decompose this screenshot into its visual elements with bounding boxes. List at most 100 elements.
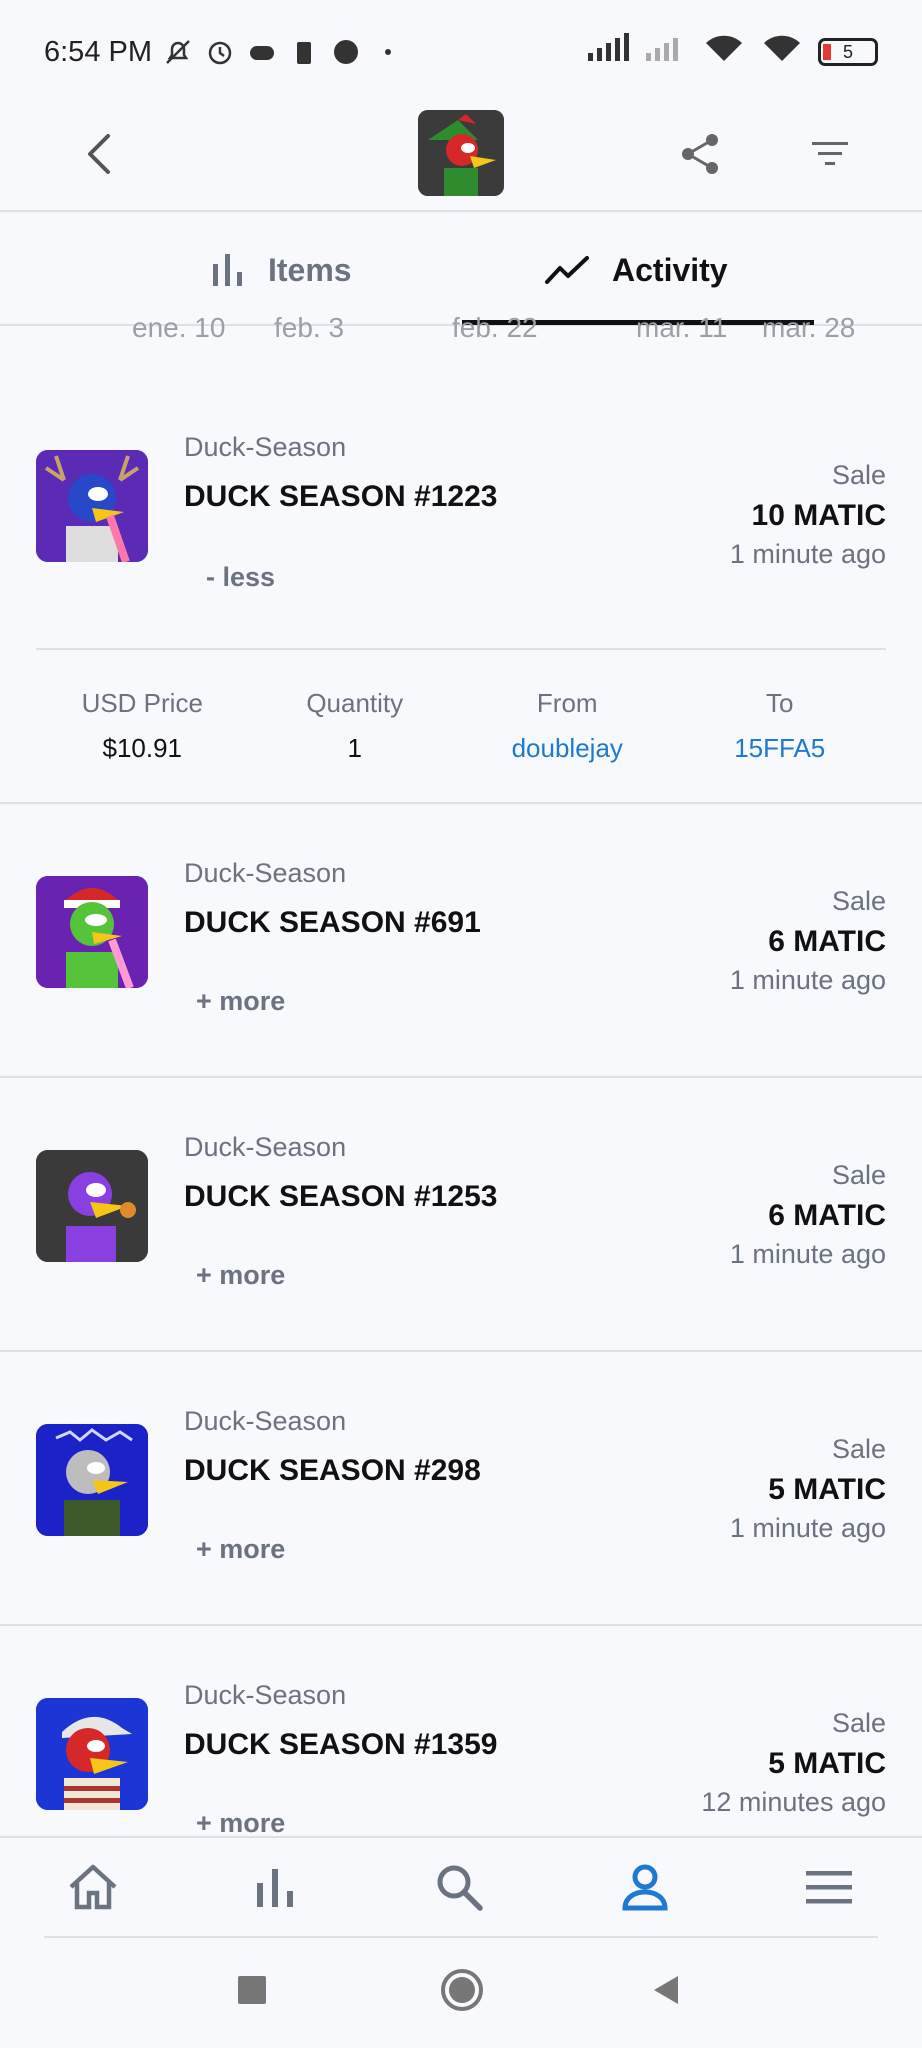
nft-thumbnail[interactable] bbox=[36, 450, 148, 562]
timestamp: 12 minutes ago bbox=[701, 1787, 886, 1817]
wifi-icon bbox=[760, 33, 804, 71]
event-type: Sale bbox=[831, 460, 886, 490]
recents-button[interactable] bbox=[236, 1974, 268, 2011]
axis-tick-label: mar. 28 bbox=[762, 312, 856, 343]
sale-info: Sale 6 MATIC 1 minute ago bbox=[730, 1160, 886, 1270]
share-button[interactable] bbox=[670, 124, 730, 184]
quantity-col: Quantity 1 bbox=[249, 650, 462, 804]
usd-price-label: USD Price bbox=[81, 688, 203, 718]
tab-activity[interactable]: Activity bbox=[544, 214, 728, 326]
nav-menu[interactable] bbox=[794, 1852, 864, 1922]
tab-items[interactable]: Items bbox=[210, 214, 352, 326]
activity-row[interactable]: Duck-Season DUCK SEASON #1359 + more Sal… bbox=[0, 1626, 922, 1836]
wifi-link-icon bbox=[702, 33, 746, 71]
sale-price: 6 MATIC bbox=[768, 925, 886, 958]
collection-name: Duck-Season bbox=[184, 432, 347, 462]
status-time: 6:54 PM bbox=[44, 35, 152, 68]
sale-price: 5 MATIC bbox=[768, 1473, 886, 1506]
event-type: Sale bbox=[831, 1160, 886, 1190]
event-type: Sale bbox=[831, 886, 886, 916]
more-toggle[interactable]: + more bbox=[196, 1534, 285, 1565]
search-icon bbox=[437, 1865, 483, 1911]
tab-bar: Items Activity bbox=[0, 214, 922, 326]
system-nav-bar bbox=[0, 1940, 922, 2048]
from-label: From bbox=[536, 688, 598, 718]
quantity-value: 1 bbox=[347, 733, 362, 763]
activity-row[interactable]: Duck-Season DUCK SEASON #1223 - less Sal… bbox=[0, 348, 922, 804]
app-icon bbox=[330, 36, 362, 68]
nft-name[interactable]: DUCK SEASON #1359 bbox=[184, 1728, 497, 1762]
sale-details: USD Price $10.91 Quantity 1 From doublej… bbox=[36, 648, 886, 804]
event-type: Sale bbox=[831, 1708, 886, 1738]
bottom-nav bbox=[0, 1836, 922, 1936]
more-toggle[interactable]: + more bbox=[196, 1808, 285, 1836]
nft-name[interactable]: DUCK SEASON #1223 bbox=[184, 480, 497, 514]
bell-off-icon bbox=[162, 36, 194, 68]
nft-name[interactable]: DUCK SEASON #298 bbox=[184, 1454, 481, 1488]
nft-thumbnail[interactable] bbox=[36, 1150, 148, 1262]
to-label: To bbox=[766, 688, 794, 718]
user-icon bbox=[622, 1864, 668, 1911]
tab-items-label: Items bbox=[268, 251, 352, 288]
nft-thumbnail[interactable] bbox=[36, 1698, 148, 1810]
nav-home[interactable] bbox=[58, 1852, 128, 1922]
nav-stats[interactable] bbox=[240, 1852, 310, 1922]
collection-avatar[interactable] bbox=[418, 110, 504, 196]
share-icon bbox=[682, 134, 718, 174]
status-bar: 6:54 PM 5 bbox=[0, 0, 922, 104]
axis-tick-label: feb. 3 bbox=[274, 312, 345, 343]
tab-activity-label: Activity bbox=[612, 251, 728, 288]
usd-price-value: $10.91 bbox=[102, 733, 183, 763]
nav-search[interactable] bbox=[424, 1852, 494, 1922]
battery-level: 5 bbox=[842, 41, 853, 62]
to-link[interactable]: 15FFA5 bbox=[674, 733, 887, 764]
nft-name[interactable]: DUCK SEASON #691 bbox=[184, 906, 481, 940]
more-toggle[interactable]: + more bbox=[196, 1260, 285, 1291]
battery-saver-icon bbox=[288, 36, 320, 68]
collection-name: Duck-Season bbox=[184, 1132, 347, 1162]
sale-info: Sale 5 MATIC 1 minute ago bbox=[730, 1434, 886, 1544]
sale-price: 5 MATIC bbox=[768, 1747, 886, 1780]
signal-off-icon bbox=[644, 33, 688, 71]
home-button[interactable] bbox=[440, 1968, 484, 2017]
nav-profile[interactable] bbox=[610, 1852, 680, 1922]
sale-price: 10 MATIC bbox=[751, 499, 886, 532]
nav-divider bbox=[44, 1936, 878, 1938]
from-col: From doublejay bbox=[461, 650, 674, 804]
signal-icon bbox=[586, 33, 630, 71]
activity-row[interactable]: Duck-Season DUCK SEASON #298 + more Sale… bbox=[0, 1352, 922, 1626]
back-nav-button[interactable] bbox=[650, 1974, 682, 2011]
nft-thumbnail[interactable] bbox=[36, 1424, 148, 1536]
filter-icon bbox=[812, 142, 848, 165]
activity-row[interactable]: Duck-Season DUCK SEASON #691 + more Sale… bbox=[0, 804, 922, 1078]
timestamp: 1 minute ago bbox=[729, 539, 886, 569]
timestamp: 1 minute ago bbox=[729, 965, 886, 995]
dot-icon bbox=[372, 36, 404, 68]
alarm-icon bbox=[204, 36, 236, 68]
sale-info: Sale 6 MATIC 1 minute ago bbox=[730, 886, 886, 996]
quantity-label: Quantity bbox=[306, 688, 404, 718]
collection-name: Duck-Season bbox=[184, 1406, 347, 1436]
timestamp: 1 minute ago bbox=[729, 1513, 886, 1543]
sale-price: 6 MATIC bbox=[768, 1199, 886, 1232]
less-toggle[interactable]: - less bbox=[206, 562, 275, 593]
to-col: To 15FFA5 bbox=[674, 650, 887, 804]
nft-name[interactable]: DUCK SEASON #1253 bbox=[184, 1180, 497, 1214]
nft-thumbnail[interactable] bbox=[36, 876, 148, 988]
from-link[interactable]: doublejay bbox=[461, 733, 674, 764]
trend-line-icon bbox=[545, 256, 589, 284]
sale-info: Sale 5 MATIC 12 minutes ago bbox=[701, 1708, 886, 1818]
activity-row[interactable]: Duck-Season DUCK SEASON #1253 + more Sal… bbox=[0, 1078, 922, 1352]
timestamp: 1 minute ago bbox=[729, 1239, 886, 1269]
menu-icon bbox=[806, 1871, 852, 1904]
back-button[interactable] bbox=[70, 124, 130, 184]
bar-chart-icon bbox=[213, 254, 242, 286]
game-icon bbox=[246, 36, 278, 68]
more-toggle[interactable]: + more bbox=[196, 986, 285, 1017]
filter-button[interactable] bbox=[800, 124, 860, 184]
collection-name: Duck-Season bbox=[184, 1680, 347, 1710]
activity-list: Duck-Season DUCK SEASON #1223 - less Sal… bbox=[0, 348, 922, 1836]
bar-chart-icon bbox=[257, 1869, 293, 1907]
chevron-left-icon bbox=[88, 134, 110, 174]
square-icon bbox=[238, 1976, 266, 2004]
